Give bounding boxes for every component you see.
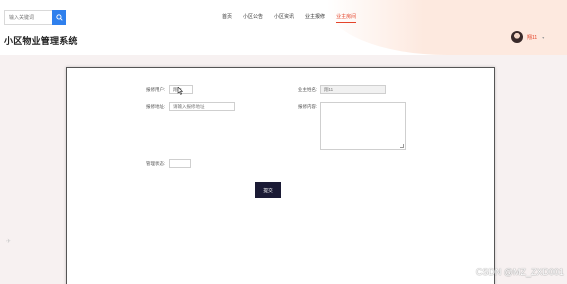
resize-handle[interactable]: [400, 144, 404, 148]
search-button[interactable]: [52, 10, 66, 25]
nav-item-repair[interactable]: 业主报修: [305, 13, 325, 23]
repair-content-textarea[interactable]: [320, 102, 406, 150]
submit-button[interactable]: 提交: [255, 182, 281, 198]
owner-name-label: 业主姓名:: [298, 87, 318, 92]
search-icon: [55, 14, 63, 21]
nav-item-rooms[interactable]: 业主房间: [336, 13, 357, 23]
report-user-label: 报修用户:: [146, 87, 166, 92]
nav-item-notices[interactable]: 小区公告: [243, 13, 263, 23]
owner-name-field[interactable]: [320, 85, 386, 94]
process-status-field[interactable]: [169, 159, 191, 168]
header: 首页 小区公告 小区资讯 业主报修 业主房间 小区物业管理系统 翔11 ▾: [0, 0, 567, 55]
repair-address-field[interactable]: [169, 102, 235, 111]
chevron-down-icon[interactable]: ▾: [542, 35, 544, 40]
process-status-label: 管理状态:: [146, 161, 166, 166]
plane-decoration: ✈: [6, 239, 12, 245]
avatar[interactable]: [511, 31, 523, 43]
watermark: CSDN @MZ_ZXD001: [475, 267, 564, 277]
user-menu[interactable]: 翔11 ▾: [511, 31, 544, 43]
main-nav: 首页 小区公告 小区资讯 业主报修 业主房间: [222, 13, 367, 23]
search-input[interactable]: [4, 10, 52, 25]
user-name[interactable]: 翔11: [527, 34, 537, 41]
site-title: 小区物业管理系统: [4, 36, 78, 46]
repair-content-label: 报修内容:: [298, 104, 318, 109]
repair-address-label: 报修地址:: [146, 104, 166, 109]
search-bar: [4, 10, 66, 25]
nav-item-home[interactable]: 首页: [222, 13, 232, 23]
cursor-icon: [177, 87, 183, 95]
nav-item-news[interactable]: 小区资讯: [274, 13, 294, 23]
repair-form: 报修用户: 业主姓名: 报修地址: 报修内容: 管理状态: 提交: [66, 67, 495, 284]
header-decoration: [327, 0, 567, 55]
